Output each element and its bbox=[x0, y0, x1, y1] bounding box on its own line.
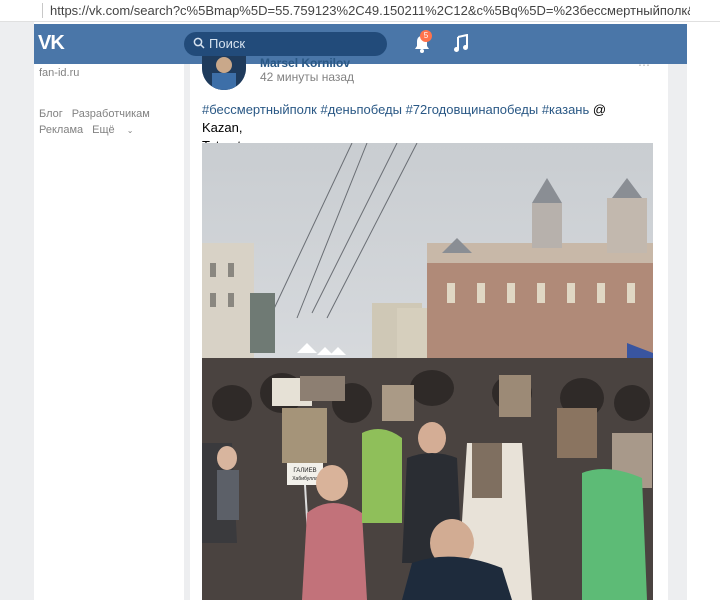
footer-link-developers[interactable]: Разработчикам bbox=[72, 106, 150, 122]
search-input[interactable]: Поиск bbox=[184, 32, 387, 56]
post-time[interactable]: 42 минуты назад bbox=[260, 70, 354, 84]
top-header: VK Поиск 5 bbox=[34, 24, 687, 64]
svg-text:Хабибулла: Хабибулла bbox=[292, 476, 318, 482]
chevron-down-icon: ⌄ bbox=[126, 126, 134, 135]
post-author[interactable]: Marsel Kornilov bbox=[260, 56, 350, 70]
sidebar-footer-links: Блог Разработчикам Реклама Ещё ⌄ bbox=[39, 106, 159, 139]
hashtag-link[interactable]: #казань bbox=[542, 102, 589, 117]
sidebar-site-link[interactable]: fan-id.ru bbox=[39, 67, 79, 79]
search-placeholder: Поиск bbox=[209, 36, 246, 51]
footer-link-blog[interactable]: Блог bbox=[39, 106, 63, 122]
post-photo[interactable]: ГАЛИЕВ Хабибулла bbox=[202, 143, 653, 600]
browser-address-bar: https://vk.com/search?c%5Bmap%5D=55.7591… bbox=[0, 0, 720, 22]
placard-text: ГАЛИЕВ bbox=[293, 468, 316, 474]
page-background-left bbox=[0, 22, 34, 600]
crowd-photo-image: ГАЛИЕВ Хабибулла bbox=[202, 143, 653, 600]
footer-link-ads[interactable]: Реклама bbox=[39, 122, 83, 138]
wall-post: Marsel Kornilov 42 минуты назад ⋯ #бессм… bbox=[190, 56, 668, 600]
notifications-badge: 5 bbox=[420, 30, 432, 42]
avatar[interactable] bbox=[202, 56, 246, 90]
avatar-image bbox=[202, 56, 246, 90]
hashtag-link[interactable]: #деньпобеды bbox=[321, 102, 402, 117]
address-bar-divider bbox=[42, 3, 43, 18]
left-sidebar: fan-id.ru Блог Разработчикам Реклама Ещё ⌄ bbox=[34, 64, 184, 600]
footer-link-more-label: Ещё bbox=[92, 124, 115, 136]
vk-logo[interactable]: VK bbox=[38, 32, 70, 54]
url-text[interactable]: https://vk.com/search?c%5Bmap%5D=55.7591… bbox=[50, 3, 690, 18]
post-menu-icon[interactable]: ⋯ bbox=[638, 58, 650, 72]
search-icon bbox=[193, 37, 205, 49]
footer-link-more[interactable]: Ещё ⌄ bbox=[92, 122, 142, 139]
music-icon[interactable] bbox=[453, 34, 469, 54]
hashtag-link[interactable]: #72годовщинапобеды bbox=[406, 102, 539, 117]
page-background-right bbox=[668, 64, 687, 600]
hashtag-link[interactable]: #бессмертныйполк bbox=[202, 102, 317, 117]
